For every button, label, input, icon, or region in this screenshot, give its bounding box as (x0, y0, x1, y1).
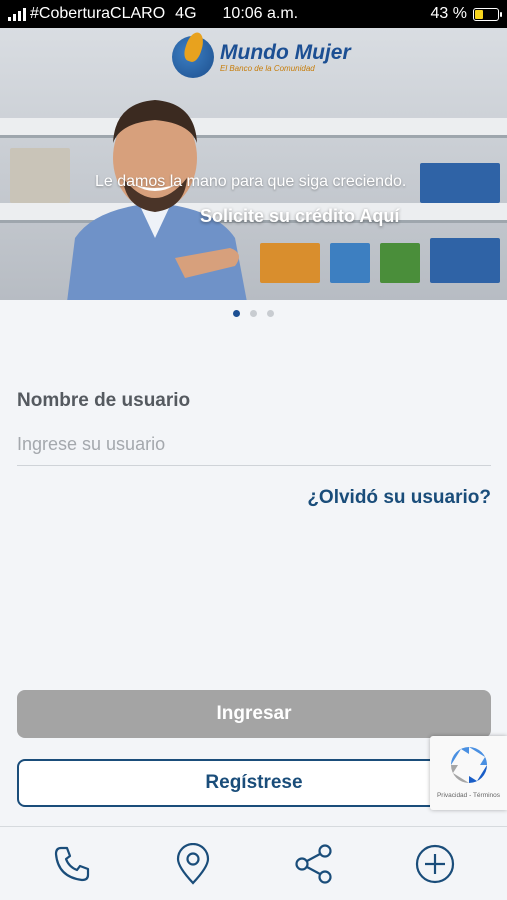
carousel-indicator[interactable] (0, 310, 507, 317)
carousel-dot[interactable] (233, 310, 240, 317)
forgot-username-link[interactable]: ¿Olvidó su usuario? (307, 487, 491, 509)
carousel-dot[interactable] (250, 310, 257, 317)
signal-strength-icon (8, 7, 26, 21)
share-icon (295, 843, 332, 884)
clock: 10:06 a.m. (222, 5, 299, 22)
bottom-nav (0, 826, 507, 900)
promo-banner[interactable]: Mundo Mujer El Banco de la Comunidad Le … (0, 28, 507, 300)
recaptcha-icon (451, 747, 487, 783)
shelf-item (380, 243, 420, 283)
logo-tagline: El Banco de la Comunidad (220, 63, 315, 73)
status-bar: #CoberturaCLARO 4G 10:06 a.m. 43 % (0, 0, 507, 28)
banner-person-photo (67, 100, 247, 300)
phone-button[interactable] (44, 836, 100, 892)
battery-icon (473, 7, 502, 21)
logo-title: Mundo Mujer (220, 40, 351, 64)
carousel-dot[interactable] (267, 310, 274, 317)
carrier-name: #CoberturaCLARO (30, 5, 166, 22)
brand-logo: Mundo Mujer El Banco de la Comunidad (172, 36, 351, 78)
login-button[interactable]: Ingresar (17, 690, 491, 738)
recaptcha-badge[interactable]: Privacidad - Términos (430, 736, 507, 810)
banner-headline: Le damos la mano para que siga creciendo… (95, 173, 407, 190)
shelf-item (260, 243, 320, 283)
share-button[interactable] (286, 836, 342, 892)
battery-percent: 43 % (430, 5, 467, 22)
add-circle-icon (415, 844, 454, 883)
shelf-item (430, 238, 500, 283)
username-input[interactable] (17, 424, 491, 466)
battery-level (475, 9, 484, 19)
username-label: Nombre de usuario (17, 390, 191, 411)
location-button[interactable] (165, 836, 221, 892)
logo-emblem (172, 36, 214, 78)
banner-cta[interactable]: Solicite su crédito Aquí (200, 206, 399, 227)
shelf-item (420, 163, 500, 203)
network-type: 4G (175, 5, 197, 22)
recaptcha-links[interactable]: Privacidad - Términos (430, 792, 507, 799)
phone-icon (55, 846, 90, 881)
location-pin-icon (177, 842, 210, 885)
register-button[interactable]: Regístrese (17, 759, 491, 807)
shelf-item (330, 243, 370, 283)
add-button[interactable] (407, 836, 463, 892)
